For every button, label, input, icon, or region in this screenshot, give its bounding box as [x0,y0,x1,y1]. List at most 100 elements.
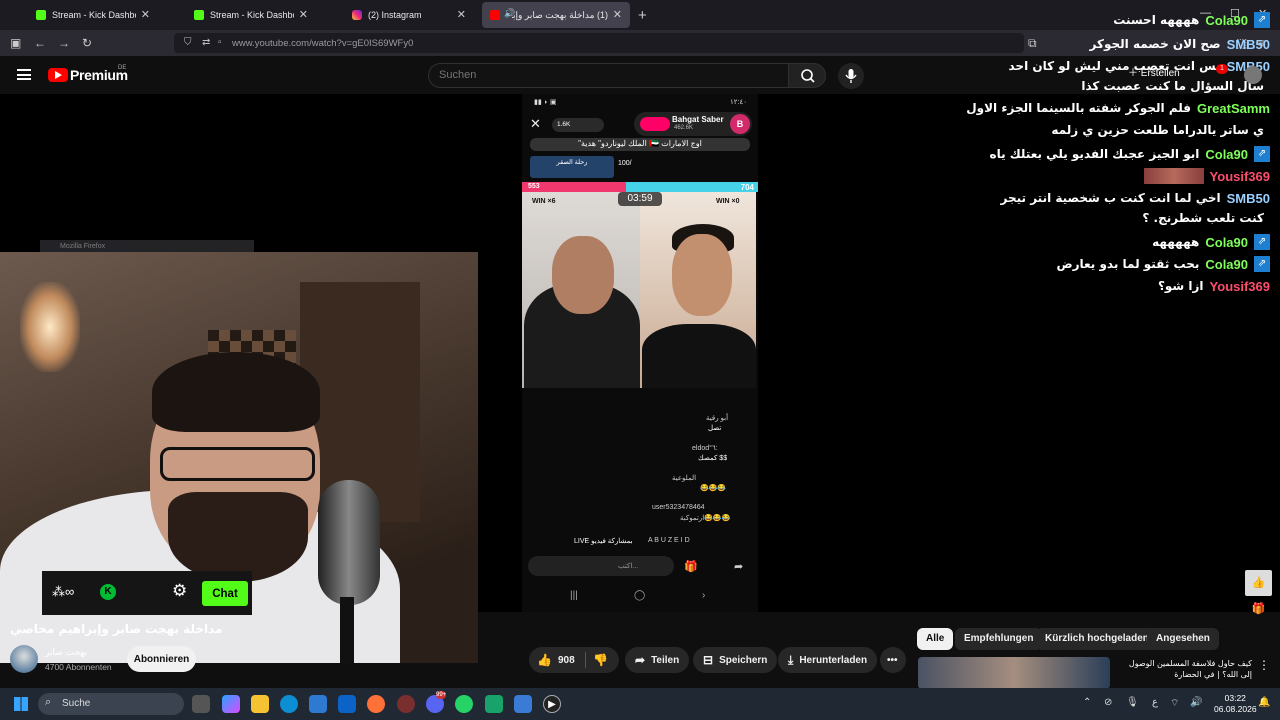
tab-kick-dashboard-2[interactable]: Stream - Kick Dashboard ✕ [166,2,316,28]
new-tab-button[interactable]: + [638,7,647,24]
reload-icon[interactable]: ↻ [82,36,92,50]
file-explorer-icon[interactable] [251,695,269,713]
filter-chip-all[interactable]: Alle [917,628,954,650]
gear-icon[interactable]: ⚙ [172,581,187,601]
tray-mic-icon[interactable]: 🎙 [1126,697,1139,708]
tray-network-icon[interactable]: ⊘ [1104,697,1112,708]
filter-chip-recommendations[interactable]: Empfehlungen [955,628,1043,650]
create-button[interactable]: ＋ Erstellen [1128,64,1180,79]
download-button[interactable]: ⤓ Herunterladen [778,647,878,673]
follow-host-button[interactable] [640,117,670,131]
viewers-infinity-icon[interactable]: ⁂∞ [52,584,74,600]
chat-username[interactable]: Yousif369 [1210,169,1270,184]
search-button[interactable] [788,63,826,88]
hamburger-menu-icon[interactable] [17,69,31,80]
like-button[interactable]: 👍 908 [529,647,583,673]
android-recent-icon[interactable]: ||| [570,590,578,601]
tab-close-icon[interactable]: ✕ [299,8,308,21]
chat-message: سال السؤال ما كنت عصبت كذا [1081,76,1270,96]
chat-username[interactable]: Cola90 [1205,13,1248,28]
tray-volume-icon[interactable]: 🔊 [1190,697,1202,708]
tab-label: (2) Instagram [368,10,422,20]
tray-chevron-icon[interactable]: ⌃ [1083,697,1091,708]
firefox-icon[interactable] [367,695,385,713]
event-badge: رحلة الصقر [530,156,614,178]
subscribe-button[interactable]: Abonnieren [127,646,196,672]
sidebar-icon[interactable]: ▣ [10,36,21,50]
tray-lang-icon[interactable]: ع [1152,697,1158,708]
outlook-icon[interactable] [338,695,356,713]
back-icon[interactable]: ← [34,36,46,50]
windows-start-icon[interactable] [14,697,28,711]
kick-logo-icon[interactable]: K [100,584,116,600]
account-avatar[interactable] [1244,66,1262,84]
search-input[interactable] [439,69,769,81]
chat-username[interactable]: SMB50 [1227,191,1270,206]
permissions-icon[interactable]: ⇄ [202,37,210,48]
share-video-text: LIVE بمشاركة فيديو [574,538,633,545]
chat-button[interactable]: Chat [202,581,248,606]
filter-chip-recent[interactable]: Kürzlich hochgeladen [1036,628,1158,650]
tab-instagram[interactable]: (2) Instagram ✕ [324,2,474,28]
studio-microphone [318,480,380,605]
tab-close-icon[interactable]: ✕ [141,8,150,21]
recommended-thumbnail[interactable] [918,657,1110,689]
clock-time: 03:22 [1224,693,1246,703]
voice-search-button[interactable] [838,63,864,89]
more-actions-button[interactable]: ••• [880,647,906,673]
channel-name[interactable]: بهجت صابر [45,648,87,658]
copilot-icon[interactable] [222,695,240,713]
chat-username[interactable]: Cola90 [1205,235,1248,250]
android-back-icon[interactable]: › [702,590,705,601]
share-button[interactable]: ➦ Teilen [625,647,690,673]
picture-in-picture-icon[interactable]: ⧉ [1028,36,1037,51]
android-home-icon[interactable]: ◯ [634,590,645,601]
live-comment-text: تصل [708,425,722,432]
host-followers: 462.6K [674,125,694,131]
speaker-icon[interactable]: 🔊 [504,8,515,19]
chat-username[interactable]: SMB50 [1227,37,1270,52]
youtube-logo[interactable] [48,68,68,82]
taskbar-search[interactable]: ⌕ Suche [38,693,184,715]
task-view-icon[interactable] [192,695,210,713]
taskbar-clock[interactable]: 03:22 06.08.2026 [1214,693,1257,715]
live-comment-input[interactable]: اكتب... [528,556,674,576]
tab-youtube-active[interactable]: 🔊 (1) مداخلة بهجت صابر وإبراه ✕ [482,2,630,28]
store-icon[interactable] [309,695,327,713]
video-player[interactable]: Mozilla Firefox ١٢:٤٠ ▮▮ ◗ ▣ ✕ 1.6K Bahg… [0,94,1280,663]
close-live-icon[interactable]: ✕ [530,116,541,132]
tab-close-icon[interactable]: ✕ [457,8,466,21]
tray-notification-icon[interactable]: 🔔 [1258,697,1270,708]
tray-wifi-icon[interactable]: ⌔ [1170,697,1179,710]
share-arrow-icon[interactable]: ➦ [734,560,743,573]
chat-badge-icon: ⇗ [1254,146,1270,162]
chat-message: ازا شو؟ Yousif369 [1158,276,1270,296]
chat-username[interactable]: Yousif369 [1210,279,1270,294]
recommended-title[interactable]: كيف حاول فلاسفة المسلمين الوصول إلى الله… [1118,658,1252,680]
sparkle-app-icon[interactable] [397,695,415,713]
window-app-icon[interactable] [514,695,532,713]
chat-username[interactable]: Cola90 [1205,257,1248,272]
chat-message-text: بحب ثقتو لما بدو يعارض [1056,257,1200,271]
tab-kick-dashboard-1[interactable]: Stream - Kick Dashboard ✕ [8,2,158,28]
channel-avatar[interactable] [10,645,38,673]
gift-icon[interactable]: 🎁 [684,560,698,573]
address-bar[interactable]: ⛉ ⇄ ▫ www.youtube.com/watch?v=gE0IS69WFy… [174,33,1024,53]
host-card[interactable]: Bahgat Saber 462.6K B [634,112,752,136]
media-player-icon[interactable]: ▶ [543,695,561,713]
kick-icon [36,10,46,20]
more-vertical-icon[interactable]: ⋮ [1258,658,1270,672]
shield-icon[interactable]: ⛉ [184,37,192,48]
thumbs-down-icon: 👎 [593,653,608,667]
edge-icon[interactable] [280,695,298,713]
chat-username[interactable]: GreatSamm [1197,101,1270,116]
whatsapp-icon[interactable] [455,695,473,713]
game-launcher-icon[interactable] [485,695,503,713]
forward-icon[interactable]: → [58,36,70,50]
notification-badge[interactable]: 1 [1216,64,1228,74]
chat-username[interactable]: Cola90 [1205,147,1248,162]
tab-close-icon[interactable]: ✕ [613,8,622,21]
dislike-button[interactable]: 👎 [583,647,619,673]
filter-chip-watched[interactable]: Angesehen [1147,628,1219,650]
save-button[interactable]: ⊟ Speichern [693,647,778,673]
